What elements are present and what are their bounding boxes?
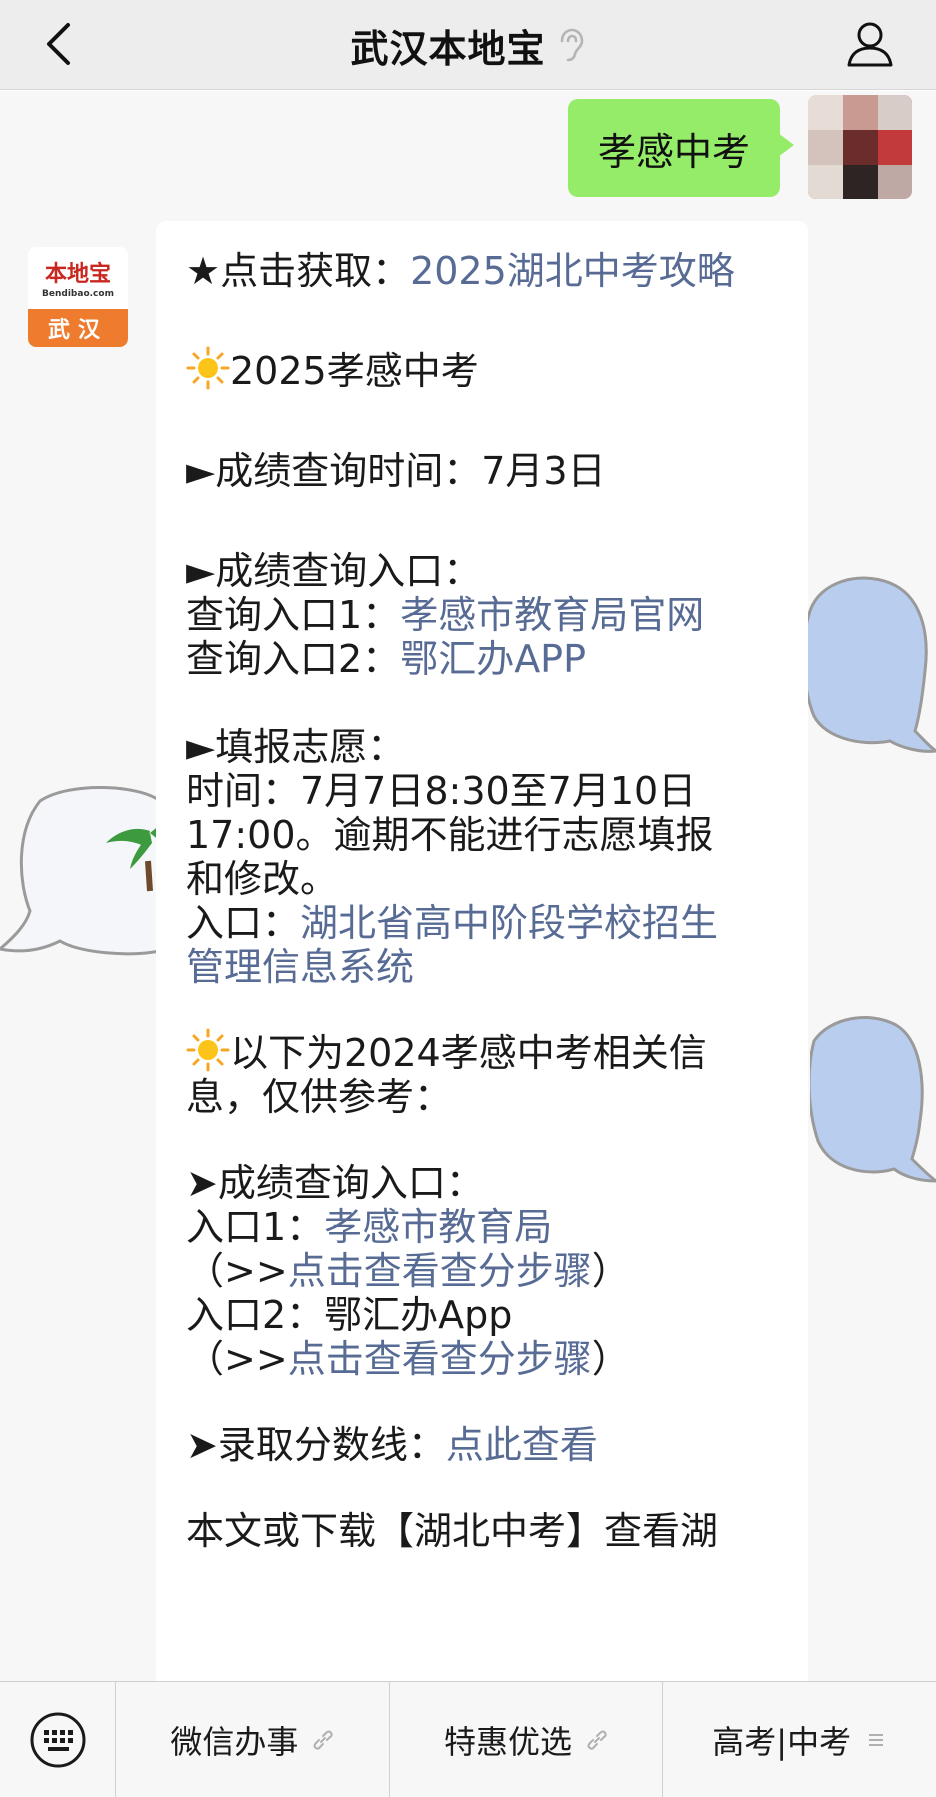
outgoing-message-bubble[interactable]: 孝感中考 [567,99,795,197]
keyboard-icon [30,1712,85,1768]
profile-icon [847,22,893,67]
strategy-line: ★点击获取：2025湖北中考攻略 [186,249,735,293]
message-body: ★点击获取：2025湖北中考攻略 2025孝感中考 ►成绩查询时间：7月3日 ►… [186,221,786,1556]
sun-icon [186,346,230,390]
top-nav-bar: 武汉本地宝 [0,0,936,90]
ear-mute-icon [560,28,583,62]
query2-entry-2: 入口2：鄂汇办App [186,1293,513,1337]
query2-entry-1: 入口1：孝感市教育局 [186,1205,553,1249]
logo-text: 本地宝 [44,260,111,287]
view-steps-link-1[interactable]: 点击查看查分步骤 [288,1249,592,1293]
admission-system-link[interactable]: 湖北省高中阶段学校招生 [300,901,718,945]
score-line-link[interactable]: 点此查看 [446,1423,598,1467]
menu-item-deals[interactable]: 特惠优选 [390,1682,664,1797]
self-avatar[interactable] [808,95,912,199]
incoming-message-card[interactable]: ★点击获取：2025湖北中考攻略 2025孝感中考 ►成绩查询时间：7月3日 ►… [156,221,808,1681]
view-steps-link-2[interactable]: 点击查看查分步骤 [288,1337,592,1381]
logo-city: 武汉 [28,309,128,347]
volunteer-time-2: 17:00。逾期不能进行志愿填报 [186,813,714,857]
ehuiban-app-link[interactable]: 鄂汇办APP [400,637,586,681]
query-entry-title: ►成绩查询入口： [186,549,482,593]
background-bubble-right-top [801,576,936,753]
link-icon [313,1730,333,1750]
query2-title: ➤成绩查询入口： [186,1161,484,1205]
background-bubble-palm [0,786,160,956]
bottom-menu: 微信办事 特惠优选 高考|中考 [0,1681,936,1797]
menu-item-label: 微信办事 [170,1723,299,1761]
volunteer-time-1: 时间：7月7日8:30至7月10日 [186,769,697,813]
steps-line-1: （>>点击查看查分步骤） [186,1249,630,1293]
education-bureau-link[interactable]: 孝感市教育局官网 [400,593,704,637]
title-area: 武汉本地宝 [0,0,936,90]
volunteer-entry-1: 入口：湖北省高中阶段学校招生 [186,901,719,945]
chat-area[interactable]: 孝感中考 本地宝 Bendibao.com 武汉 ★点击获取：2025湖北中考攻… [0,91,936,1681]
partial-line: 本文或下载【湖北中考】查看湖 [186,1509,719,1553]
strategy-link[interactable]: 2025湖北中考攻略 [410,249,735,293]
query-entry-1: 查询入口1：孝感市教育局官网 [186,593,705,637]
logo-subtext: Bendibao.com [42,288,114,299]
volunteer-time-3: 和修改。 [186,857,339,901]
menu-item-label: 高考|中考 [712,1723,852,1761]
account-avatar[interactable]: 本地宝 Bendibao.com 武汉 [28,247,128,347]
volunteer-title: ►填报志愿： [186,725,406,769]
section-2025-title: 2025孝感中考 [186,346,786,396]
chat-title: 武汉本地宝 [350,26,546,71]
steps-line-2: （>>点击查看查分步骤） [186,1337,630,1381]
query-time-line: ►成绩查询时间：7月3日 [186,449,606,493]
menu-item-wechat-services[interactable]: 微信办事 [116,1682,390,1797]
section-2024-title-cont: 息，仅供参考： [186,1075,453,1119]
outgoing-message-text: 孝感中考 [597,129,750,174]
profile-button[interactable] [838,12,902,76]
admission-system-link-cont[interactable]: 管理信息系统 [186,942,786,992]
bendibao-logo: 本地宝 Bendibao.com [28,247,128,307]
background-bubble-right-bottom [810,1016,936,1183]
score-line-row: ➤录取分数线：点此查看 [186,1423,598,1467]
section-2024-title: 以下为2024孝感中考相关信 [186,1028,786,1078]
link-icon [587,1730,607,1750]
menu-item-label: 特惠优选 [444,1723,573,1761]
keyboard-toggle-button[interactable] [0,1682,116,1797]
menu-item-exams[interactable]: 高考|中考 [663,1682,936,1797]
menu-lines-icon [869,1734,884,1746]
query-entry-2: 查询入口2：鄂汇办APP [186,637,587,681]
sun-icon [186,1028,230,1072]
education-bureau-2024-link[interactable]: 孝感市教育局 [324,1205,552,1249]
